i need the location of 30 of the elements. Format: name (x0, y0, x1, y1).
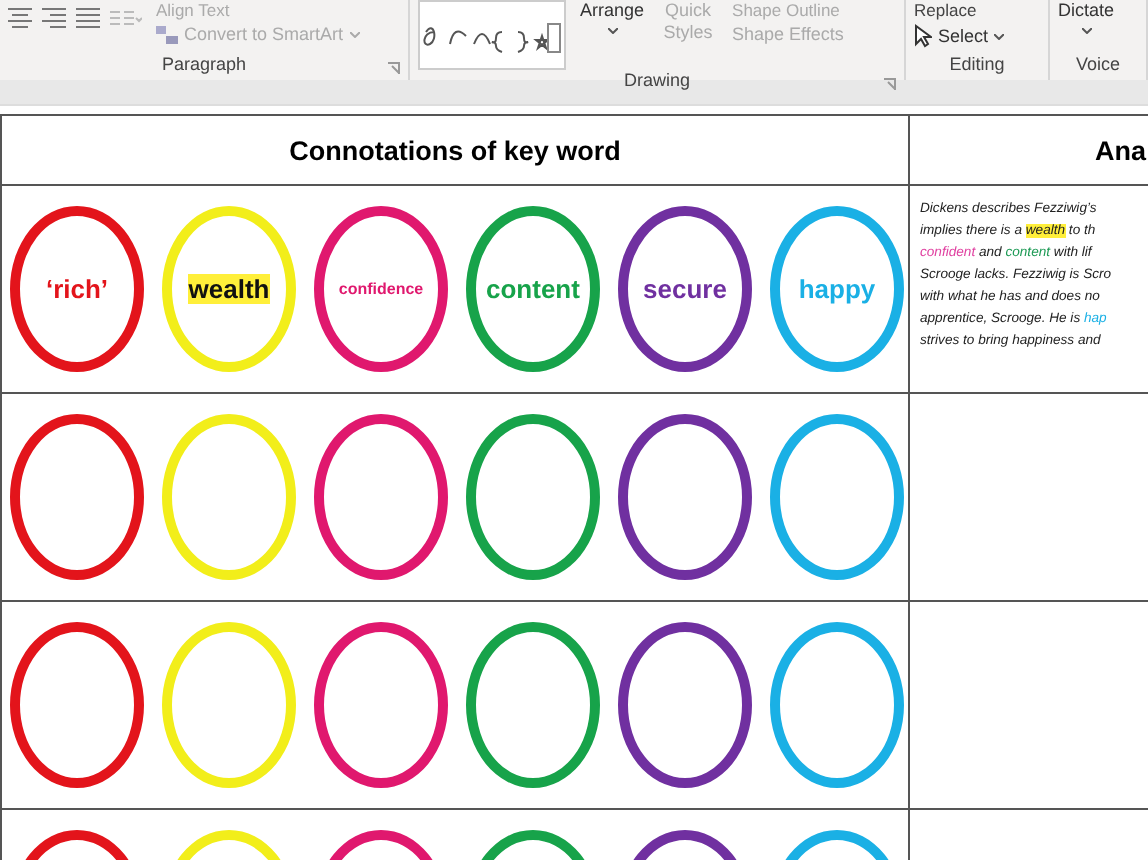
group-label: Voice (1075, 54, 1121, 76)
circle-label: secure (643, 274, 727, 304)
caret-icon (994, 33, 1005, 39)
align-right-icon[interactable] (42, 8, 66, 28)
select-button[interactable]: Select (938, 26, 989, 46)
column-header: Connotations of key word (289, 135, 621, 165)
circle-label: wealth (188, 274, 270, 304)
arrange-button[interactable]: Arrange (580, 0, 645, 22)
circle-label: confidence (338, 280, 424, 298)
cursor-icon (914, 24, 932, 48)
dialog-launcher-icon[interactable] (884, 78, 896, 90)
shapes-gallery[interactable] (418, 0, 566, 70)
circle-label: ‘rich’ (45, 274, 109, 304)
align-center-icon[interactable] (8, 8, 32, 28)
group-label: Editing (949, 54, 1005, 76)
dictate-button[interactable]: Dictate (1058, 0, 1115, 22)
dialog-launcher-icon[interactable] (388, 62, 400, 74)
circle-label: content (486, 274, 580, 304)
column-header: Ana (1094, 135, 1146, 165)
group-label: Drawing (623, 70, 690, 92)
caret-icon (349, 31, 360, 37)
smartart-icon (156, 25, 178, 43)
align-text-button[interactable]: Align Text (156, 0, 360, 20)
caret-icon (607, 28, 618, 34)
group-label: Paragraph (161, 54, 247, 76)
justify-icon[interactable] (76, 8, 100, 28)
replace-button[interactable]: Replace (914, 0, 1005, 20)
caret-icon (1081, 28, 1091, 34)
shape-outline-button[interactable]: Shape Outline (732, 0, 844, 20)
circle-label: happy (798, 274, 876, 304)
